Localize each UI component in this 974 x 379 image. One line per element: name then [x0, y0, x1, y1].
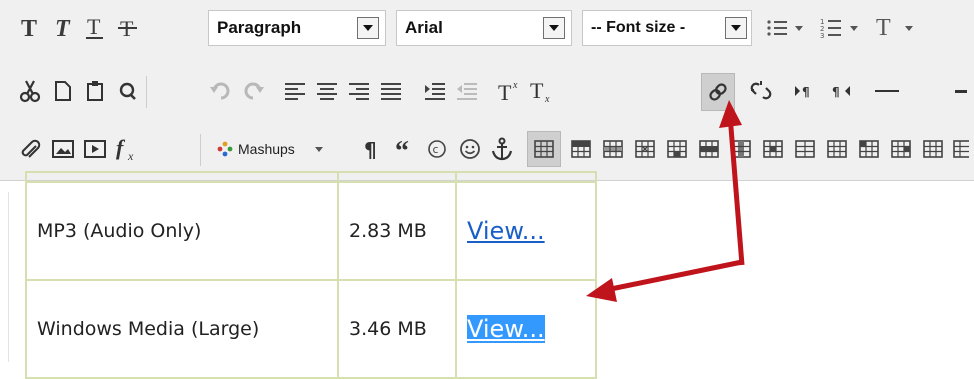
annotation-arrow — [586, 100, 745, 302]
annotation-arrows — [586, 100, 745, 302]
